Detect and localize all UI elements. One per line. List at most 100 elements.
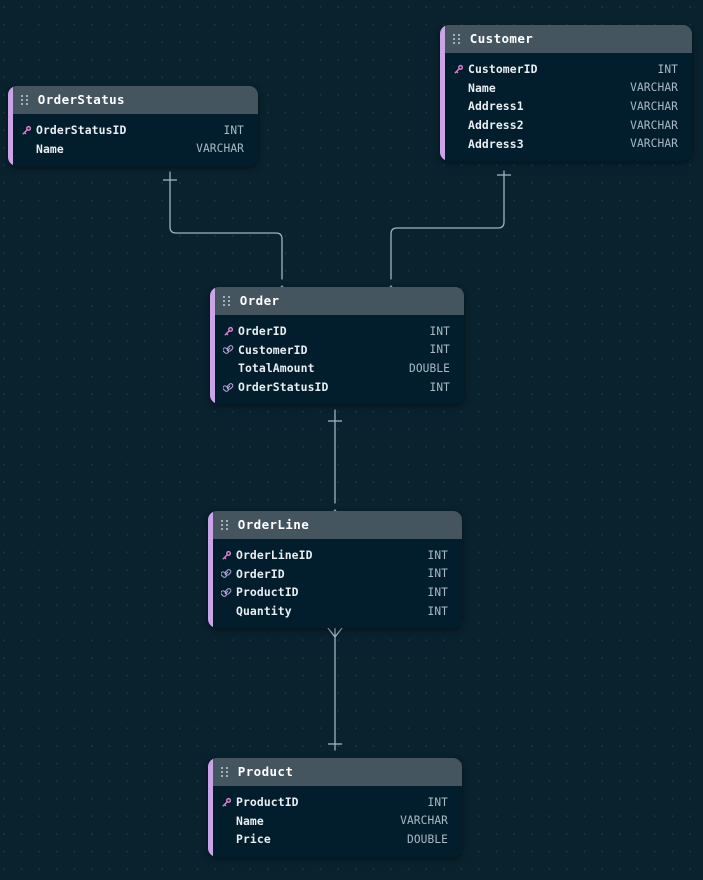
field-type: INT bbox=[429, 324, 450, 338]
table-field-row[interactable]: Quantity INT bbox=[208, 602, 462, 621]
field-type: INT bbox=[427, 585, 448, 599]
drag-handle-icon[interactable] bbox=[453, 33, 460, 45]
primary-key-icon bbox=[21, 125, 36, 136]
cardinality-many-marker bbox=[327, 627, 343, 638]
table-field-row[interactable]: TotalAmount DOUBLE bbox=[210, 359, 464, 378]
primary-key-icon bbox=[223, 326, 238, 337]
table-field-row[interactable]: OrderID INT bbox=[210, 322, 464, 341]
relationship-rel-product-orderline[interactable] bbox=[327, 627, 343, 751]
table-field-row[interactable]: Name VARCHAR bbox=[8, 140, 258, 159]
field-name: Name bbox=[236, 813, 264, 828]
field-name: Name bbox=[36, 141, 64, 156]
table-header[interactable]: Product bbox=[208, 758, 462, 786]
field-name: OrderID bbox=[236, 566, 285, 581]
table-field-list: OrderStatusID INT Name VARCHAR bbox=[8, 114, 258, 167]
field-type: VARCHAR bbox=[400, 814, 448, 828]
table-accent-bar bbox=[208, 511, 213, 629]
table-title: Product bbox=[237, 763, 294, 779]
entity-table-product[interactable]: Product ProductID INT Name VARCHAR Price DOUBL… bbox=[208, 758, 462, 857]
table-field-list: ProductID INT Name VARCHAR Price DOUBLE bbox=[208, 786, 462, 857]
table-title: Customer bbox=[469, 30, 534, 46]
field-type: INT bbox=[429, 343, 450, 357]
entity-table-order[interactable]: Order OrderID INT CustomerID INT TotalAmount D… bbox=[210, 287, 464, 405]
foreign-key-icon bbox=[223, 344, 238, 355]
relationship-rel-orderstatus-order[interactable] bbox=[163, 171, 290, 296]
table-field-row[interactable]: OrderID INT bbox=[208, 565, 462, 584]
table-accent-bar bbox=[210, 287, 215, 405]
field-name: TotalAmount bbox=[238, 361, 315, 376]
field-type: INT bbox=[427, 548, 448, 562]
field-type: INT bbox=[427, 604, 448, 618]
primary-key-icon bbox=[453, 64, 468, 75]
table-field-row[interactable]: ProductID INT bbox=[208, 583, 462, 602]
table-field-row[interactable]: OrderStatusID INT bbox=[8, 121, 258, 140]
field-name: ProductID bbox=[236, 795, 299, 810]
table-field-row[interactable]: Address3 VARCHAR bbox=[440, 134, 692, 153]
table-field-row[interactable]: Price DOUBLE bbox=[208, 830, 462, 849]
table-accent-bar bbox=[8, 86, 13, 167]
field-type: VARCHAR bbox=[630, 99, 678, 113]
table-field-row[interactable]: Address2 VARCHAR bbox=[440, 116, 692, 135]
field-type: VARCHAR bbox=[630, 118, 678, 132]
table-field-row[interactable]: CustomerID INT bbox=[440, 60, 692, 79]
table-field-row[interactable]: Name VARCHAR bbox=[440, 79, 692, 98]
foreign-key-icon bbox=[221, 587, 236, 598]
table-header[interactable]: OrderLine bbox=[208, 511, 462, 539]
table-accent-bar bbox=[440, 25, 445, 161]
entity-table-orderline[interactable]: OrderLine OrderLineID INT OrderID INT Product… bbox=[208, 511, 462, 629]
relationship-line bbox=[169, 171, 283, 280]
field-type: INT bbox=[429, 380, 450, 394]
table-title: OrderStatus bbox=[37, 91, 125, 107]
field-type: INT bbox=[427, 795, 448, 809]
field-name: Address2 bbox=[468, 118, 524, 133]
field-name: OrderLineID bbox=[236, 548, 313, 563]
table-field-list: CustomerID INT Name VARCHAR Address1 VARCHAR A… bbox=[440, 53, 692, 161]
field-name: Price bbox=[236, 832, 271, 847]
foreign-key-icon bbox=[221, 568, 236, 579]
field-type: DOUBLE bbox=[408, 361, 450, 375]
field-name: Quantity bbox=[236, 604, 292, 619]
field-type: VARCHAR bbox=[630, 81, 678, 95]
primary-key-icon bbox=[221, 550, 236, 561]
field-type: INT bbox=[223, 123, 244, 137]
er-diagram-canvas[interactable]: OrderStatus OrderStatusID INT Name VARCHAR Cu… bbox=[0, 0, 703, 880]
table-title: OrderLine bbox=[237, 516, 310, 532]
entity-table-orderstatus[interactable]: OrderStatus OrderStatusID INT Name VARCHAR bbox=[8, 86, 258, 167]
field-type: INT bbox=[427, 567, 448, 581]
table-field-row[interactable]: Address1 VARCHAR bbox=[440, 97, 692, 116]
field-name: OrderID bbox=[238, 324, 287, 339]
primary-key-icon bbox=[221, 797, 236, 808]
field-name: Name bbox=[468, 80, 496, 95]
table-accent-bar bbox=[208, 758, 213, 857]
drag-handle-icon[interactable] bbox=[221, 766, 228, 778]
field-name: CustomerID bbox=[468, 62, 538, 77]
field-type: DOUBLE bbox=[406, 832, 448, 846]
relationship-rel-customer-order[interactable] bbox=[383, 170, 511, 296]
relationship-rel-order-orderline[interactable] bbox=[327, 409, 343, 520]
field-name: Address3 bbox=[468, 136, 524, 151]
field-name: OrderStatusID bbox=[36, 123, 127, 138]
field-name: OrderStatusID bbox=[238, 380, 329, 395]
table-field-list: OrderID INT CustomerID INT TotalAmount DOUBLE… bbox=[210, 315, 464, 405]
field-type: INT bbox=[657, 62, 678, 76]
table-title: Order bbox=[239, 292, 280, 308]
field-type: VARCHAR bbox=[630, 137, 678, 151]
relationship-line bbox=[390, 170, 505, 280]
field-name: Address1 bbox=[468, 99, 524, 114]
table-field-row[interactable]: ProductID INT bbox=[208, 793, 462, 812]
field-name: ProductID bbox=[236, 585, 299, 600]
table-field-list: OrderLineID INT OrderID INT ProductID INT Quan… bbox=[208, 539, 462, 629]
field-name: CustomerID bbox=[238, 342, 308, 357]
table-field-row[interactable]: OrderLineID INT bbox=[208, 546, 462, 565]
drag-handle-icon[interactable] bbox=[221, 519, 228, 531]
entity-table-customer[interactable]: Customer CustomerID INT Name VARCHAR Address1… bbox=[440, 25, 692, 161]
table-field-row[interactable]: OrderStatusID INT bbox=[210, 378, 464, 397]
drag-handle-icon[interactable] bbox=[21, 94, 28, 106]
table-header[interactable]: OrderStatus bbox=[8, 86, 258, 114]
table-header[interactable]: Customer bbox=[440, 25, 692, 53]
table-header[interactable]: Order bbox=[210, 287, 464, 315]
table-field-row[interactable]: CustomerID INT bbox=[210, 341, 464, 360]
drag-handle-icon[interactable] bbox=[223, 295, 230, 307]
foreign-key-icon bbox=[223, 382, 238, 393]
table-field-row[interactable]: Name VARCHAR bbox=[208, 812, 462, 831]
